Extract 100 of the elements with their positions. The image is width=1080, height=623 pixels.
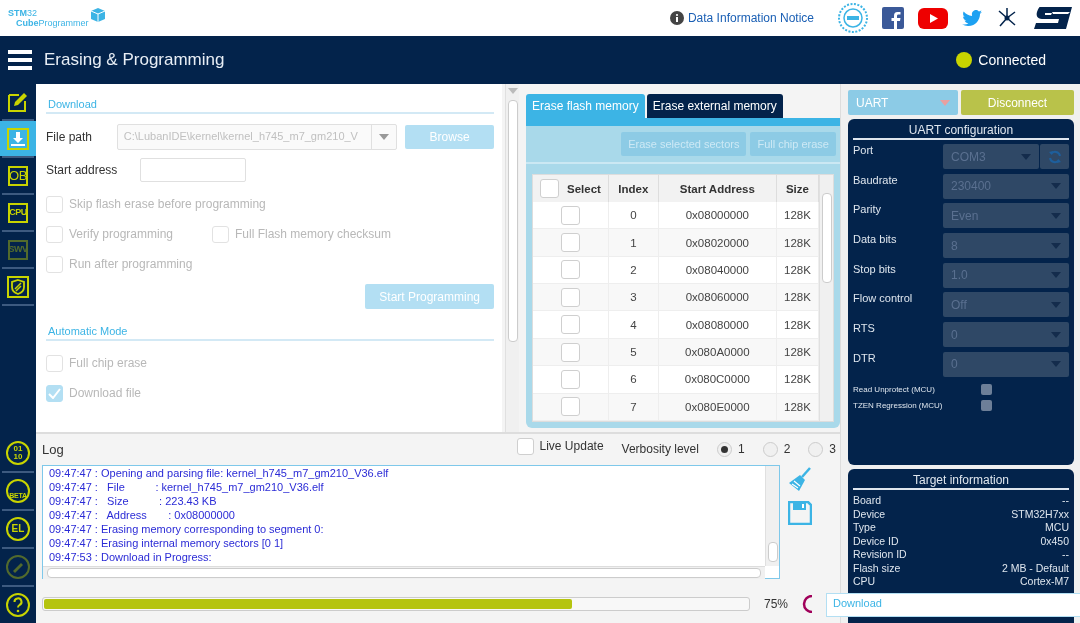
broom-icon[interactable] (788, 467, 812, 493)
download-icon (7, 127, 29, 150)
bird-icon[interactable] (962, 10, 982, 26)
table-cell: 0x08040000 (658, 256, 777, 284)
table-cell: 0 (608, 202, 659, 229)
caret-icon (1051, 361, 1061, 368)
table-cell: 128K (776, 202, 819, 229)
section-title: Automatic Mode (46, 325, 494, 341)
field-label: Data bits (853, 233, 898, 246)
caret-icon (507, 88, 518, 94)
info-label: Type (853, 521, 876, 535)
progress-reading: 75% (764, 597, 788, 611)
log-line: 09:47:47 : Erasing internal memory sectors [0 1] (49, 536, 285, 550)
caret-icon (940, 99, 950, 106)
info-value: STM32H7xx (1011, 507, 1069, 521)
network-icon[interactable] (996, 7, 1018, 29)
checkbox[interactable] (560, 315, 580, 335)
checkbox[interactable] (981, 400, 992, 411)
start-address-field[interactable] (140, 158, 246, 182)
checkbox[interactable] (981, 384, 992, 395)
checkbox[interactable] (560, 205, 580, 225)
pencil-icon (7, 90, 29, 113)
caret-icon (379, 134, 390, 140)
table-cell: 0x080E0000 (658, 393, 777, 421)
save-icon[interactable] (788, 501, 812, 525)
column-header[interactable]: Start Address (658, 175, 777, 202)
video-play-icon[interactable] (918, 7, 948, 29)
table-cell: 0x08060000 (658, 283, 777, 311)
checkbox[interactable] (560, 369, 580, 389)
shield-icon (7, 275, 29, 298)
status-label: Connected (978, 52, 1046, 68)
table-cell: 0x080C0000 (658, 365, 777, 394)
caret-icon (1051, 331, 1061, 338)
field-label: Start address (46, 163, 119, 177)
log-line: 09:47:47 : File : kernel_h745_m7_gm210_V36.elf (49, 480, 325, 494)
scrollbar[interactable] (43, 566, 765, 579)
table-cell: 4 (608, 310, 659, 339)
checkbox[interactable] (516, 437, 534, 455)
column-header[interactable]: Size (776, 175, 819, 202)
checkbox[interactable] (560, 287, 580, 307)
tab[interactable]: Erase flash memory (526, 94, 645, 118)
option-label: Read Unprotect (MCU) (853, 385, 936, 394)
info-label: Revision ID (853, 548, 907, 562)
log-line: 09:47:47 : Address : 0x08000000 (49, 508, 236, 522)
sidebar-item[interactable]: OB (0, 158, 36, 193)
notice-link[interactable]: Data Information Notice (687, 11, 814, 25)
field-label: Port (853, 144, 875, 156)
table-cell: 0x080A0000 (658, 338, 777, 366)
table-cell: 128K (776, 310, 819, 339)
option-bytes-icon: OB (8, 165, 28, 186)
checkbox[interactable] (560, 233, 580, 252)
menu-icon[interactable] (8, 50, 32, 70)
logo-text: CubeProgrammer (15, 18, 89, 28)
caret-icon (1051, 212, 1061, 219)
log-line: 09:47:47 : Opening and parsing file: kernel_h745_m7_gm210_V36.elf (49, 466, 390, 480)
column-header[interactable]: Index (608, 175, 659, 202)
caret-icon (1021, 153, 1031, 160)
table-cell: 6 (608, 365, 659, 394)
log-line: 09:47:47 : Size : 223.43 KB (49, 494, 218, 508)
tab[interactable]: Erase external memory (646, 94, 783, 118)
info-value: -- (1062, 494, 1069, 508)
info-value: -- (1062, 548, 1069, 562)
scrollbar[interactable] (505, 84, 519, 432)
field-label: File path (46, 130, 94, 144)
field-label: Baudrate (853, 173, 899, 186)
brand-logo-icon (1032, 5, 1072, 31)
info-label: CPU (853, 575, 876, 589)
table-cell: 0x08080000 (658, 310, 777, 339)
sidebar-item[interactable]: EL (0, 511, 36, 547)
table-cell: 128K (776, 256, 819, 284)
field-label: RTS (853, 322, 876, 335)
caret-icon (1051, 183, 1061, 190)
checkbox[interactable] (560, 397, 580, 417)
option-label: TZEN Regression (MCU) (853, 401, 944, 410)
caret-icon (1051, 301, 1061, 308)
logo-text: STM32 (8, 8, 38, 18)
field-label: Stop bits (853, 262, 897, 275)
sidebar-item[interactable]: 01 10 (0, 435, 36, 471)
table-cell: 128K (776, 365, 819, 394)
panel-title: UART configuration (853, 123, 1069, 140)
info-label: Board (853, 494, 882, 508)
live-update-checkbox[interactable]: Live Update (516, 434, 604, 458)
tooltip: Download (826, 593, 1080, 617)
verbosity-label: Verbosity level (621, 442, 699, 456)
checkbox[interactable] (560, 342, 580, 362)
table-cell: 0x08000000 (658, 202, 777, 229)
log-title: Log (42, 441, 65, 457)
table-cell: 0x08020000 (658, 228, 777, 257)
info-icon (669, 11, 684, 25)
help-icon (6, 593, 30, 617)
info-label: Flash size (853, 561, 901, 575)
scrollbar[interactable] (765, 466, 779, 566)
checkbox[interactable] (540, 179, 559, 198)
caret-icon (1051, 272, 1061, 279)
facebook-icon[interactable] (882, 7, 904, 29)
section-title: Download (46, 98, 494, 114)
scrollbar[interactable] (819, 175, 833, 421)
refresh-icon (1047, 149, 1062, 164)
info-label: Device (853, 507, 886, 521)
checkbox[interactable] (560, 260, 580, 280)
